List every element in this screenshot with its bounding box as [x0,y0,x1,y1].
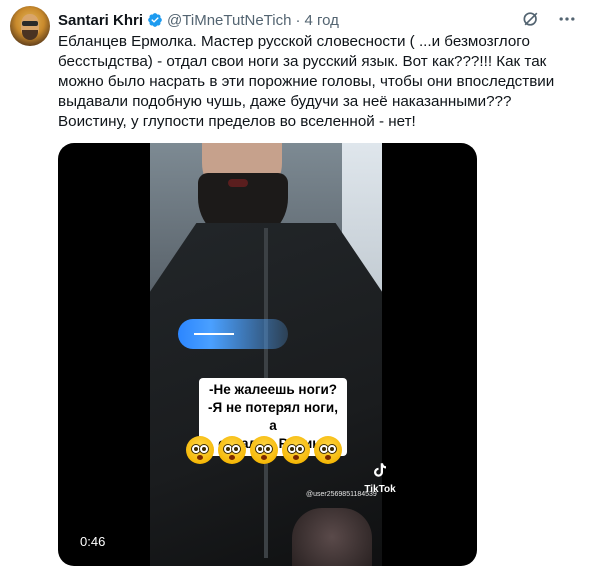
video-frame [150,143,382,566]
verified-badge-icon [148,13,162,27]
separator-dot: · [295,11,301,29]
person-hand [292,508,372,566]
timestamp[interactable]: 4 год [304,12,338,29]
overlay-line [194,333,234,335]
avatar-glasses [22,21,38,26]
flushed-face-emoji [250,436,278,464]
video-player[interactable]: -Не жалеешь ноги? -Я не потерял ноги, а … [58,143,477,566]
tiktok-username: @user2569851184539 [306,491,377,498]
tweet-text: Ебланцев Ермолка. Мастер русской словесн… [58,33,555,130]
avatar[interactable] [10,6,50,46]
author-name[interactable]: Santari Khri [58,12,143,29]
caption-line-2: -Я не потерял ноги, а [208,400,338,433]
blue-overlay-pill [178,319,288,349]
flushed-face-emoji [314,436,342,464]
tiktok-watermark: TikTok [360,461,400,495]
tiktok-logo-icon [374,463,386,477]
flushed-face-emoji [282,436,310,464]
video-duration: 0:46 [74,533,112,550]
flushed-face-emoji [186,436,214,464]
more-options-icon[interactable] [556,8,578,30]
grok-icon[interactable] [520,8,542,30]
emoji-row [186,436,342,464]
caption-line-1: -Не жалеешь ноги? [208,382,338,397]
tweet-actions-top [520,8,578,30]
tweet-article[interactable]: Santari Khri @TiMneTutNeTich · 4 год Ебл… [0,0,590,568]
flushed-face-emoji [218,436,246,464]
avatar-beard [22,30,38,40]
author-handle[interactable]: @TiMneTutNeTich [167,12,291,29]
tweet-header: Santari Khri @TiMneTutNeTich · 4 год [58,10,339,30]
person-mouth [228,179,248,187]
